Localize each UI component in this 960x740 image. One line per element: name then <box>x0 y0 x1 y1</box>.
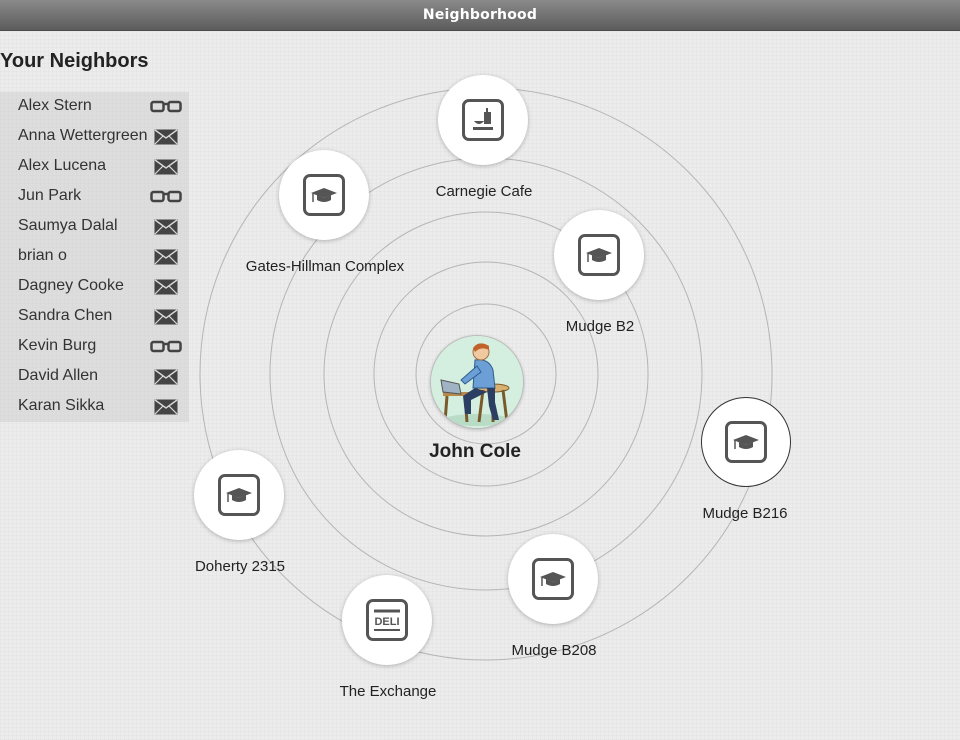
place-label: Doherty 2315 <box>194 558 286 575</box>
user-avatar[interactable] <box>430 335 524 429</box>
place-mudge-b216[interactable] <box>701 397 791 487</box>
deli-icon: DELI <box>366 599 408 641</box>
place-label: Mudge B216 <box>702 505 788 522</box>
graduation-cap-icon <box>532 558 574 600</box>
food-tray-icon <box>462 99 504 141</box>
place-label: Gates-Hillman Complex <box>245 258 405 275</box>
user-name: John Cole <box>429 441 521 462</box>
place-doherty-2315[interactable] <box>194 450 284 540</box>
place-label: Carnegie Cafe <box>435 183 533 200</box>
place-label: Mudge B208 <box>511 642 597 659</box>
user-illustration <box>431 336 523 428</box>
graduation-cap-icon <box>725 421 767 463</box>
graduation-cap-icon <box>578 234 620 276</box>
place-the-exchange[interactable]: DELI <box>342 575 432 665</box>
place-gates-hillman[interactable] <box>279 150 369 240</box>
place-mudge-b2[interactable] <box>554 210 644 300</box>
place-mudge-b208[interactable] <box>508 534 598 624</box>
graduation-cap-icon <box>303 174 345 216</box>
place-label: Mudge B2 <box>565 318 635 335</box>
place-label: The Exchange <box>339 683 437 700</box>
place-carnegie-cafe[interactable] <box>438 75 528 165</box>
svg-text:DELI: DELI <box>374 616 399 628</box>
graduation-cap-icon <box>218 474 260 516</box>
